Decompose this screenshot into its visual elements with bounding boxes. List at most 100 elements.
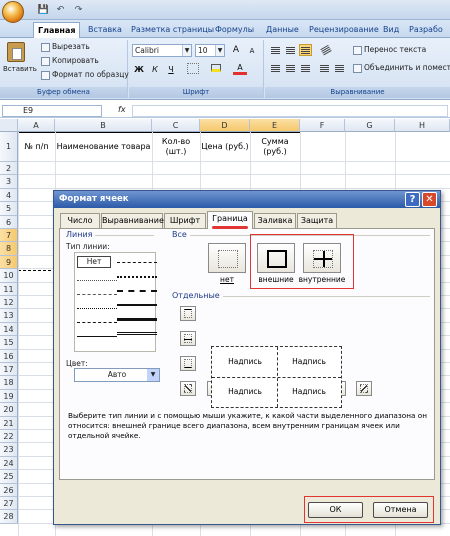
row-header[interactable]: 10 <box>0 269 18 283</box>
shrink-font-button[interactable]: A <box>245 45 259 58</box>
line-style-dashdot[interactable] <box>117 262 157 263</box>
row-header[interactable]: 13 <box>0 309 18 323</box>
font-size-combo[interactable]: 10 ▼ <box>195 44 225 57</box>
increase-indent-icon[interactable] <box>333 62 346 74</box>
ribbon-tab-formulas[interactable]: Формулы <box>211 22 258 38</box>
preset-none-button[interactable] <box>208 243 246 273</box>
line-style-thin[interactable] <box>77 336 117 337</box>
align-bottom-icon[interactable] <box>299 44 312 56</box>
name-box[interactable]: E9 <box>2 105 102 117</box>
row-header[interactable]: 7 <box>0 229 18 243</box>
tab-fill[interactable]: Заливка <box>254 213 296 228</box>
row-header[interactable]: 17 <box>0 363 18 377</box>
row-header[interactable]: 9 <box>0 255 18 270</box>
ribbon-tab-view[interactable]: Вид <box>379 22 403 38</box>
row-header[interactable]: 1 <box>0 132 18 162</box>
column-header[interactable]: B <box>55 119 152 132</box>
copy-button[interactable]: Копировать <box>41 56 99 66</box>
ribbon-tab-insert[interactable]: Вставка <box>84 22 126 38</box>
row-header[interactable]: 8 <box>0 242 18 256</box>
border-inside-horizontal-button[interactable] <box>180 331 196 346</box>
row-header[interactable]: 12 <box>0 296 18 310</box>
ribbon-tab-data[interactable]: Данные <box>262 22 303 38</box>
row-header[interactable]: 28 <box>0 510 18 524</box>
line-style-medium[interactable] <box>117 304 157 306</box>
ribbon-tab-developer[interactable]: Разрабо <box>405 22 447 38</box>
font-color-button[interactable]: A <box>233 63 247 75</box>
column-header[interactable]: G <box>345 119 395 132</box>
row-header[interactable]: 19 <box>0 389 18 404</box>
row-header[interactable]: 3 <box>0 175 18 189</box>
decrease-indent-icon[interactable] <box>318 62 331 74</box>
border-diagonal-up-button[interactable] <box>180 381 196 396</box>
fill-color-icon[interactable] <box>209 63 223 76</box>
column-header[interactable]: C <box>152 119 200 132</box>
help-icon[interactable]: ? <box>405 192 420 207</box>
borders-icon[interactable] <box>187 63 199 74</box>
header-cell-sum[interactable]: Сумма (руб.) <box>250 132 300 162</box>
line-style-list[interactable]: Нет <box>74 252 157 352</box>
row-header[interactable]: 5 <box>0 202 18 216</box>
align-left-icon[interactable] <box>269 62 282 74</box>
line-style-thick[interactable] <box>117 318 157 321</box>
bold-button[interactable]: Ж <box>132 63 146 76</box>
column-header[interactable]: E <box>250 119 300 132</box>
line-style-dashed[interactable] <box>77 294 117 295</box>
color-select[interactable]: Авто ▼ <box>74 368 160 382</box>
align-middle-icon[interactable] <box>284 44 297 56</box>
row-header[interactable]: 27 <box>0 497 18 511</box>
row-header[interactable]: 6 <box>0 215 18 229</box>
row-header[interactable]: 4 <box>0 188 18 203</box>
font-name-combo[interactable]: Calibri ▼ <box>132 44 192 57</box>
ribbon-tab-home[interactable]: Главная <box>33 22 81 38</box>
wrap-text-button[interactable]: Перенос текста <box>353 45 426 55</box>
orientation-icon[interactable] <box>318 44 331 56</box>
row-header[interactable]: 14 <box>0 322 18 337</box>
row-header[interactable]: 24 <box>0 456 18 471</box>
row-header[interactable]: 11 <box>0 282 18 296</box>
formula-input[interactable] <box>132 105 448 117</box>
undo-icon[interactable]: ↶ <box>54 4 67 16</box>
column-header[interactable]: F <box>300 119 345 132</box>
row-header[interactable]: 21 <box>0 416 18 430</box>
italic-button[interactable]: К <box>148 63 162 76</box>
row-header[interactable]: 26 <box>0 483 18 497</box>
column-header[interactable]: H <box>395 119 450 132</box>
office-button[interactable] <box>2 1 24 23</box>
select-all-corner[interactable] <box>0 119 18 132</box>
header-cell-price[interactable]: Цена (руб.) <box>200 132 250 162</box>
ribbon-tab-review[interactable]: Рецензирование <box>305 22 383 38</box>
column-header[interactable]: D <box>200 119 250 132</box>
border-top-button[interactable] <box>180 306 196 321</box>
line-style-double[interactable] <box>117 332 157 335</box>
border-bottom-button[interactable] <box>180 356 196 371</box>
row-header[interactable]: 16 <box>0 349 18 363</box>
align-center-icon[interactable] <box>284 62 297 74</box>
header-cell-name[interactable]: Наименование товара <box>55 132 152 162</box>
row-header[interactable]: 20 <box>0 403 18 417</box>
align-right-icon[interactable] <box>299 62 312 74</box>
merge-button[interactable]: Объединить и поместит <box>353 63 450 73</box>
underline-button[interactable]: Ч <box>164 63 178 76</box>
column-header[interactable]: A <box>18 119 55 132</box>
row-header[interactable]: 2 <box>0 162 18 176</box>
tab-font[interactable]: Шрифт <box>164 213 206 228</box>
line-style-medium-dash[interactable] <box>117 290 157 292</box>
row-header[interactable]: 25 <box>0 470 18 484</box>
row-header[interactable]: 15 <box>0 336 18 350</box>
grow-font-button[interactable]: A <box>229 44 243 57</box>
line-style-dashdot2[interactable] <box>117 276 157 278</box>
row-header[interactable]: 22 <box>0 430 18 444</box>
fx-icon[interactable]: fx <box>118 105 126 114</box>
row-header[interactable]: 23 <box>0 443 18 457</box>
header-cell-number[interactable]: № п/п <box>18 132 55 162</box>
format-painter-button[interactable]: Формат по образцу <box>41 70 129 80</box>
border-preview[interactable]: Надпись Надпись Надпись Надпись <box>211 346 342 408</box>
line-style-dot2[interactable] <box>77 308 117 309</box>
paste-icon[interactable] <box>7 42 25 62</box>
row-header[interactable]: 18 <box>0 376 18 390</box>
save-icon[interactable]: 💾 <box>37 4 50 16</box>
header-cell-qty[interactable]: Кол-во (шт.) <box>152 132 200 162</box>
line-style-none[interactable]: Нет <box>77 256 111 268</box>
border-diagonal-down-button[interactable] <box>356 381 372 396</box>
